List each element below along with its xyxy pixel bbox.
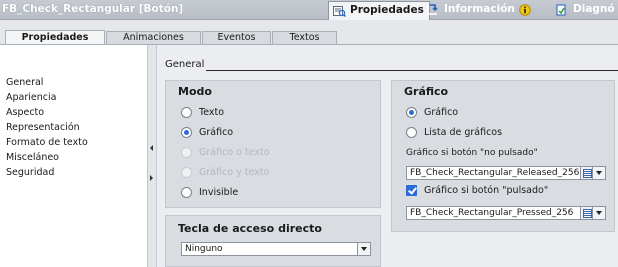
properties-icon xyxy=(333,6,346,17)
info-link-icon xyxy=(427,4,438,15)
pressed-graphic-value: FB_Check_Rectangular_Pressed_256 xyxy=(410,208,574,218)
radio-icon[interactable] xyxy=(181,187,192,198)
subtab-textos[interactable]: Textos xyxy=(272,31,337,45)
collapse-left-icon[interactable] xyxy=(150,145,153,151)
grafico-option-lista[interactable]: Lista de gráficos xyxy=(406,127,502,138)
graphic-list-icon[interactable] xyxy=(580,167,592,179)
tab-info-label: Información xyxy=(444,3,515,15)
released-graphic-label: Gráfico si botón "no pulsado" xyxy=(406,148,538,158)
nav-item-general[interactable]: General xyxy=(6,77,43,88)
released-graphic-value: FB_Check_Rectangular_Released_256 xyxy=(410,168,580,178)
radio-icon[interactable] xyxy=(181,107,192,118)
hotkey-title: Tecla de acceso directo xyxy=(178,222,322,235)
modo-option-label: Gráfico xyxy=(199,127,234,138)
tab-properties[interactable]: Propiedades xyxy=(328,1,430,20)
nav-item-formato-texto[interactable]: Formato de texto xyxy=(6,137,88,148)
grafico-option-grafico[interactable]: Gráfico xyxy=(406,107,458,118)
modo-option-invisible[interactable]: Invisible xyxy=(181,187,238,198)
tab-info[interactable]: Información xyxy=(423,1,536,20)
modo-option-grafico-y-texto: Gráfico y texto xyxy=(181,167,269,178)
modo-group: Modo Texto Gráfico Gráfico o texto Gráfi… xyxy=(165,80,381,208)
diagnostics-icon xyxy=(556,4,566,16)
hotkey-group: Tecla de acceso directo Ninguno xyxy=(165,215,381,267)
modo-option-texto[interactable]: Texto xyxy=(181,107,224,118)
subtab-animaciones[interactable]: Animaciones xyxy=(106,31,201,45)
grafico-option-label: Gráfico xyxy=(424,107,459,118)
graphic-list-icon[interactable] xyxy=(580,207,592,219)
nav-item-seguridad[interactable]: Seguridad xyxy=(6,167,54,178)
hotkey-select[interactable]: Ninguno xyxy=(181,242,371,256)
nav-item-miscelaneo[interactable]: Misceláneo xyxy=(6,152,59,163)
modo-option-label: Gráfico y texto xyxy=(199,167,270,178)
inspector-title-bar: FB_Check_Rectangular [Botón] Propiedades… xyxy=(0,0,618,20)
pressed-graphic-select[interactable]: FB_Check_Rectangular_Pressed_256 xyxy=(406,206,606,220)
modo-option-grafico-o-texto: Gráfico o texto xyxy=(181,147,270,158)
info-badge-icon xyxy=(519,4,531,16)
hotkey-value: Ninguno xyxy=(185,244,223,254)
property-nav: General Apariencia Aspecto Representació… xyxy=(0,45,148,267)
nav-item-aspecto[interactable]: Aspecto xyxy=(6,107,44,118)
chevron-down-icon[interactable] xyxy=(592,167,605,179)
pressed-graphic-label: Gráfico si botón "pulsado" xyxy=(424,185,549,196)
subtab-eventos[interactable]: Eventos xyxy=(202,31,271,45)
radio-disabled-icon xyxy=(181,167,192,178)
section-title-general: General xyxy=(165,59,205,70)
radio-selected-icon[interactable] xyxy=(406,107,417,118)
radio-icon[interactable] xyxy=(406,127,417,138)
modo-option-label: Invisible xyxy=(199,187,239,198)
property-content: General Modo Texto Gráfico Gráfico o tex… xyxy=(158,45,618,267)
radio-disabled-icon xyxy=(181,147,192,158)
modo-option-label: Texto xyxy=(199,107,225,118)
grafico-group: Gráfico Gráfico Lista de gráficos Gráfic… xyxy=(391,80,615,232)
tab-properties-label: Propiedades xyxy=(350,4,424,16)
window-title: FB_Check_Rectangular [Botón] xyxy=(2,3,184,15)
chevron-down-icon[interactable] xyxy=(592,207,605,219)
panel-splitter[interactable] xyxy=(148,45,157,267)
nav-item-apariencia[interactable]: Apariencia xyxy=(6,92,56,103)
chevron-down-icon[interactable] xyxy=(357,243,370,255)
tab-diagnostics-label: Diagnó xyxy=(573,3,615,15)
nav-item-representacion[interactable]: Representación xyxy=(6,122,80,133)
modo-option-label: Gráfico o texto xyxy=(199,147,270,158)
property-subtabs: Propiedades Animaciones Eventos Textos xyxy=(0,20,618,46)
expand-right-icon[interactable] xyxy=(150,175,153,181)
section-rule xyxy=(206,70,618,71)
modo-title: Modo xyxy=(178,85,212,98)
radio-selected-icon[interactable] xyxy=(181,127,192,138)
grafico-option-label: Lista de gráficos xyxy=(424,127,503,138)
modo-option-grafico[interactable]: Gráfico xyxy=(181,127,233,138)
pressed-graphic-checkbox-row[interactable]: Gráfico si botón "pulsado" xyxy=(406,185,548,196)
checkbox-checked-icon[interactable] xyxy=(406,185,417,196)
grafico-title: Gráfico xyxy=(404,85,449,98)
tab-diagnostics[interactable]: Diagnó xyxy=(552,1,618,20)
released-graphic-select[interactable]: FB_Check_Rectangular_Released_256 xyxy=(406,166,606,180)
